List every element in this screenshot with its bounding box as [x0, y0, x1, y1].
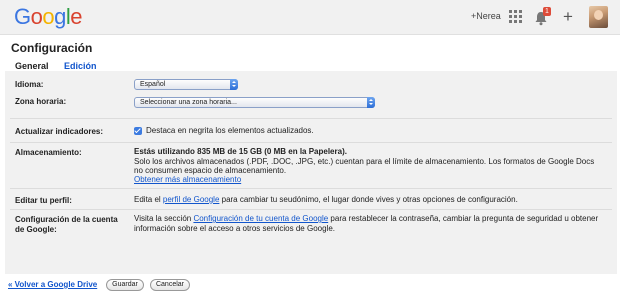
apps-grid-icon[interactable] [509, 10, 523, 24]
timezone-select-value: Seleccionar una zona horaria... [140, 99, 237, 106]
storage-usage: Estás utilizando 835 MB de 15 GB (0 MB e… [134, 147, 347, 156]
page-title: Configuración [11, 41, 93, 55]
timezone-label: Zona horaria: [15, 97, 67, 106]
profile-text: Edita el perfil de Google para cambiar t… [134, 195, 518, 205]
top-bar: Google +Nerea 1 + [0, 0, 620, 35]
divider [10, 118, 612, 119]
logo-letter-e: e [70, 4, 83, 29]
account-label-line1: Configuración de la cuenta [15, 215, 118, 224]
profile-text-before: Edita el [134, 195, 163, 204]
account-text-after: para restablecer la contraseña, cambiar … [328, 214, 599, 223]
account-text-line2: información sobre el acceso a otros serv… [134, 224, 335, 233]
logo-letter-o1: o [30, 4, 43, 29]
profile-label: Editar tu perfil: [15, 196, 72, 205]
language-label: Idioma: [15, 80, 44, 89]
avatar[interactable] [589, 6, 608, 28]
logo-letter-g: G [14, 4, 31, 29]
indicators-label: Actualizar indicadores: [15, 127, 104, 136]
tab-general[interactable]: General [15, 61, 49, 71]
notification-count-badge: 1 [543, 7, 551, 16]
google-account-settings-link[interactable]: Configuración de tu cuenta de Google [193, 214, 328, 223]
account-text-line1: Visita la sección Configuración de tu cu… [134, 214, 598, 224]
divider [10, 188, 612, 189]
profile-text-after: para cambiar tu seudónimo, el lugar dond… [219, 195, 518, 204]
google-logo[interactable]: Google [14, 4, 83, 30]
google-profile-link[interactable]: perfil de Google [163, 195, 219, 204]
logo-letter-o2: o [42, 4, 55, 29]
divider [10, 142, 612, 143]
storage-label: Almacenamiento: [15, 148, 82, 157]
plus-icon[interactable]: + [563, 7, 573, 27]
language-select-value: Español [140, 81, 166, 88]
account-text-before: Visita la sección [134, 214, 194, 223]
cancel-button[interactable]: Cancelar [150, 279, 190, 291]
account-label-line2: de Google: [15, 225, 57, 234]
logo-letter-g2: g [54, 4, 66, 29]
get-more-storage-link[interactable]: Obtener más almacenamiento [134, 175, 241, 185]
divider [10, 209, 612, 210]
back-to-drive-link[interactable]: « Volver a Google Drive [8, 280, 97, 289]
indicators-text: Destaca en negrita los elementos actuali… [146, 126, 314, 135]
save-button[interactable]: Guardar [106, 279, 144, 291]
select-arrows-icon [367, 97, 375, 108]
user-profile-link[interactable]: +Nerea [471, 11, 501, 21]
timezone-select[interactable]: Seleccionar una zona horaria... [134, 97, 375, 108]
tab-edicion[interactable]: Edición [64, 61, 97, 71]
indicators-checkbox[interactable] [134, 127, 142, 135]
language-select[interactable]: Español [134, 79, 238, 90]
notifications-button[interactable]: 1 [534, 7, 551, 26]
select-arrows-icon [230, 79, 238, 90]
